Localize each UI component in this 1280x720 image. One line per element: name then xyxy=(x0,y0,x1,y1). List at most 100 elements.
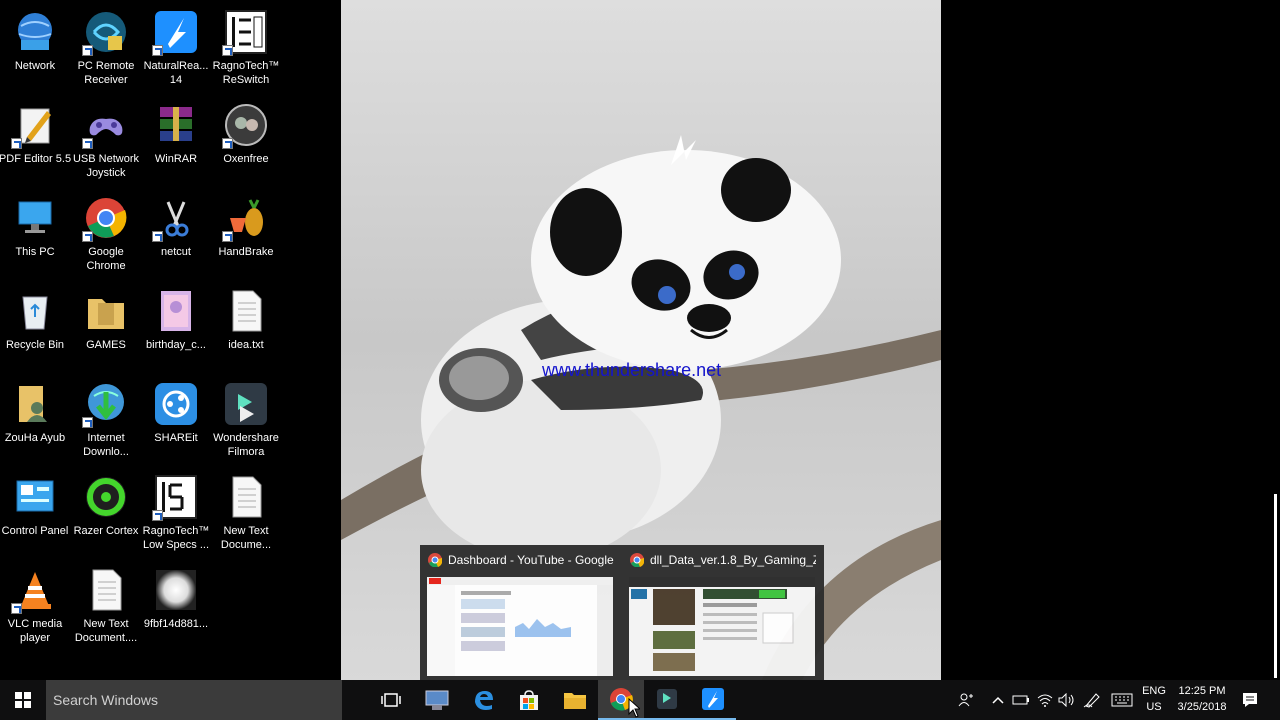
taskbar-app-naturalreader[interactable] xyxy=(690,680,736,720)
icon-label: birthday_c... xyxy=(146,339,206,351)
desktop-icon-idea-txt[interactable]: idea.txt xyxy=(211,287,281,377)
icon-label: NaturalRea... 14 xyxy=(143,60,209,86)
icon-label: PC Remote Receiver xyxy=(77,60,135,86)
shareit-icon xyxy=(154,382,198,426)
thumbnail-window-1[interactable]: Dashboard - YouTube - Google... xyxy=(420,545,620,682)
screen-edge-bar xyxy=(1274,494,1277,678)
keyboard-icon xyxy=(1111,693,1133,707)
desktop-icon-games[interactable]: GAMES xyxy=(71,287,141,377)
icon-label: Razer Cortex xyxy=(73,525,139,537)
icon-label: 9fbf14d881... xyxy=(143,618,209,630)
desktop-icon-new-text-doc-2[interactable]: New Text Document.... xyxy=(71,566,141,656)
task-view-button[interactable] xyxy=(368,680,414,720)
desktop-icon-reswitch[interactable]: RagnoTech™ ReSwitch xyxy=(211,8,281,98)
desktop-icon-pdf-editor[interactable]: PDF Editor 5.5 xyxy=(0,101,72,191)
folder-icon xyxy=(84,289,128,333)
handbrake-icon xyxy=(222,196,268,242)
taskbar-app-filmora[interactable] xyxy=(644,680,690,720)
icon-label: Oxenfree xyxy=(223,153,269,165)
desktop-icon-oxenfree[interactable]: Oxenfree xyxy=(211,101,281,191)
touch-keyboard-button[interactable] xyxy=(1108,680,1136,720)
pen-workspace-button[interactable] xyxy=(1080,680,1104,720)
shortcut-arrow-icon xyxy=(82,45,93,56)
battery-button[interactable] xyxy=(1010,680,1032,720)
clock[interactable]: 12:25 PM 3/25/2018 xyxy=(1170,683,1234,715)
network-button[interactable] xyxy=(1034,680,1056,720)
chrome-icon xyxy=(82,196,128,242)
thumbnail-preview xyxy=(427,577,613,676)
language-indicator[interactable]: ENG US xyxy=(1138,683,1170,715)
search-placeholder: Search Windows xyxy=(53,692,159,708)
this-pc-icon xyxy=(13,196,57,240)
desktop-icon-new-text-doc-1[interactable]: New Text Docume... xyxy=(211,473,281,563)
icon-label: USB Network Joystick xyxy=(72,153,140,179)
desktop-icon-recycle-bin[interactable]: Recycle Bin xyxy=(0,287,70,377)
action-center-button[interactable] xyxy=(1236,680,1264,720)
task-view-icon xyxy=(381,693,401,707)
control-panel-icon xyxy=(13,475,57,519)
icon-label: Internet Downlo... xyxy=(83,432,129,458)
show-hidden-icons-button[interactable] xyxy=(988,680,1008,720)
taskbar-app-edge[interactable] xyxy=(460,680,506,720)
pdf-editor-icon xyxy=(11,103,57,149)
filmora-icon xyxy=(657,689,677,709)
desktop-icon-vlc[interactable]: VLC media player xyxy=(0,566,70,656)
text-file-icon xyxy=(84,568,128,612)
desktop-icon-internet-download[interactable]: Internet Downlo... xyxy=(71,380,141,470)
icon-label: VLC media player xyxy=(7,618,63,644)
clock-date: 3/25/2018 xyxy=(1177,701,1227,713)
desktop-icon-joystick[interactable]: USB Network Joystick xyxy=(71,101,141,191)
taskbar-app-pc-remote[interactable] xyxy=(414,680,460,720)
joystick-icon xyxy=(82,103,128,149)
language-code: ENG xyxy=(1142,685,1166,697)
store-icon xyxy=(520,690,538,710)
taskbar-thumbnail-popup: Dashboard - YouTube - Google... dll_Data… xyxy=(420,545,824,682)
naturalreader-icon xyxy=(702,688,724,710)
taskbar-app-file-explorer[interactable] xyxy=(552,680,598,720)
people-button[interactable] xyxy=(952,680,978,720)
desktop-icon-network[interactable]: Network xyxy=(0,8,70,98)
people-icon xyxy=(958,693,973,707)
shortcut-arrow-icon xyxy=(11,138,22,149)
icon-label: Control Panel xyxy=(1,525,69,537)
icon-label: Google Chrome xyxy=(86,246,126,272)
desktop-icon-netcut[interactable]: netcut xyxy=(141,194,211,284)
desktop-icon-google-chrome[interactable]: Google Chrome xyxy=(71,194,141,284)
desktop-icon-handbrake[interactable]: HandBrake xyxy=(211,194,281,284)
idm-icon xyxy=(82,382,128,428)
thumbnail-preview xyxy=(629,577,815,676)
pc-remote-icon xyxy=(82,10,128,56)
shortcut-arrow-icon xyxy=(222,45,233,56)
icon-label: WinRAR xyxy=(154,153,198,165)
desktop-icon-pc-remote[interactable]: PC Remote Receiver xyxy=(71,8,141,98)
shortcut-arrow-icon xyxy=(82,231,93,242)
start-button[interactable] xyxy=(0,680,46,720)
chevron-up-icon xyxy=(992,696,1004,704)
desktop-icon-filmora[interactable]: Wondershare Filmora xyxy=(211,380,281,470)
search-box[interactable]: Search Windows xyxy=(46,680,342,720)
desktop-icon-control-panel[interactable]: Control Panel xyxy=(0,473,70,563)
desktop-icon-zouha-ayub[interactable]: ZouHa Ayub xyxy=(0,380,70,470)
icon-label: idea.txt xyxy=(228,339,264,351)
thumbnail-window-2[interactable]: dll_Data_ver.1.8_By_Gaming_Zo... xyxy=(622,545,822,682)
desktop-icon-9fbf14d881[interactable]: 9fbf14d881... xyxy=(141,566,211,656)
text-file-icon xyxy=(224,475,268,519)
desktop-icon-razer-cortex[interactable]: Razer Cortex xyxy=(71,473,141,563)
edge-icon xyxy=(475,691,493,710)
desktop-icon-lowspecs[interactable]: RagnoTech™ Low Specs ... xyxy=(141,473,211,563)
vlc-icon xyxy=(11,568,57,614)
pc-remote-app-icon xyxy=(425,690,449,710)
battery-icon xyxy=(1012,695,1029,705)
notification-icon xyxy=(1243,693,1257,707)
desktop-icon-naturalreader[interactable]: NaturalRea... 14 xyxy=(141,8,211,98)
desktop-icon-shareit[interactable]: SHAREit xyxy=(141,380,211,470)
icon-label: RagnoTech™ Low Specs ... xyxy=(142,525,210,551)
desktop-icon-winrar[interactable]: WinRAR xyxy=(141,101,211,191)
volume-button[interactable] xyxy=(1056,680,1078,720)
desktop-icon-birthday[interactable]: birthday_c... xyxy=(141,287,211,377)
chrome-icon xyxy=(428,553,443,568)
desktop-icon-this-pc[interactable]: This PC xyxy=(0,194,70,284)
icon-label: PDF Editor 5.5 xyxy=(0,153,72,165)
icon-label: netcut xyxy=(161,246,191,258)
taskbar-app-store[interactable] xyxy=(506,680,552,720)
